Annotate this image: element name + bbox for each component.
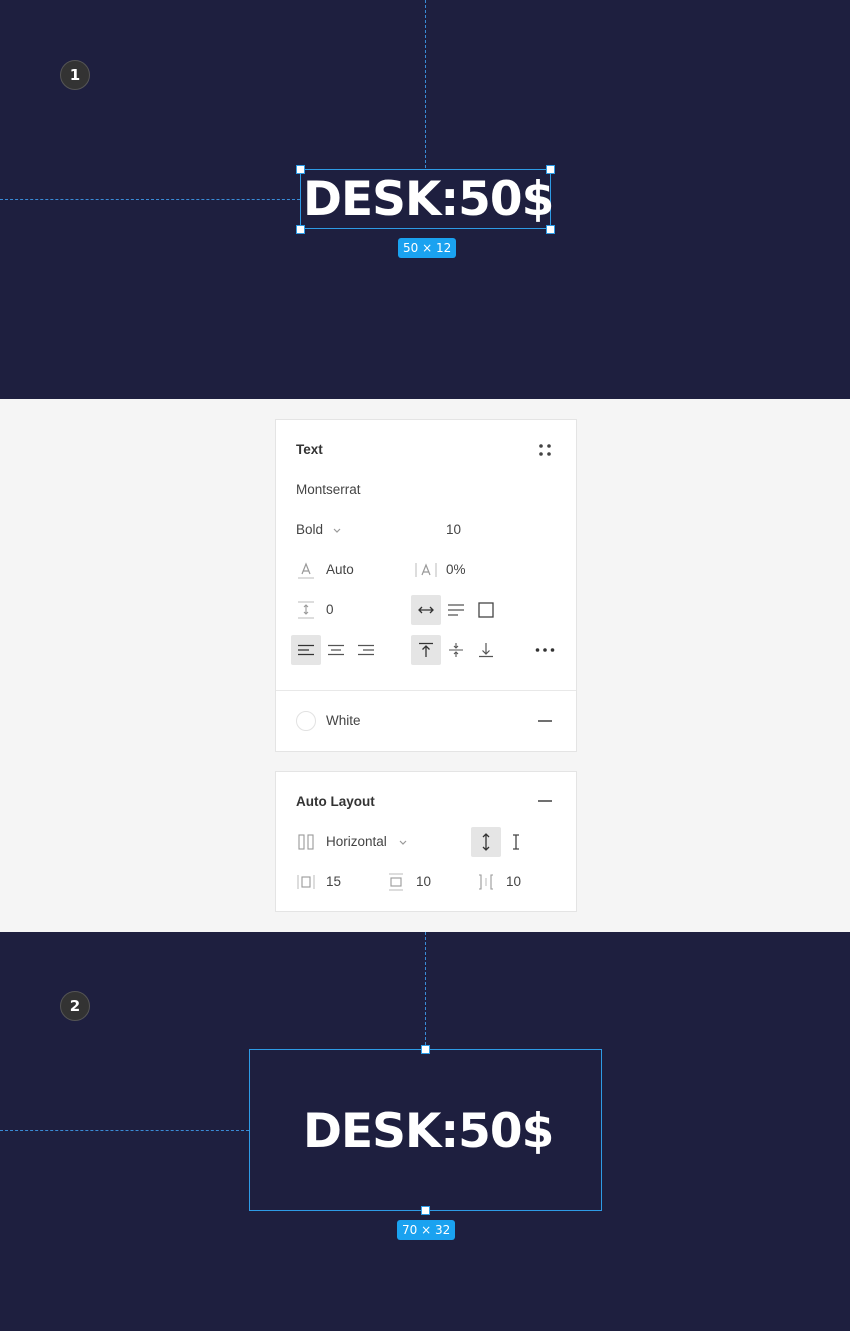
vertical-resize-hug-button[interactable]: [471, 827, 501, 857]
remove-auto-layout-icon[interactable]: [538, 800, 552, 802]
item-spacing-icon: [476, 872, 496, 892]
resize-handle-bottom[interactable]: [421, 1206, 430, 1215]
letter-spacing-icon: [414, 560, 438, 580]
fill-color-swatch[interactable]: [296, 711, 316, 731]
desk-price-text[interactable]: DESK:50$: [303, 1108, 554, 1155]
panel-divider: [276, 690, 576, 691]
resize-handle-top-left[interactable]: [296, 165, 305, 174]
dimension-badge: 50 × 12: [398, 238, 457, 258]
fill-color-name[interactable]: White: [326, 713, 361, 728]
desk-price-text[interactable]: DESK:50$: [303, 176, 554, 223]
panel-title: Auto Layout: [296, 794, 375, 809]
auto-height-button[interactable]: [441, 595, 471, 625]
horizontal-padding-icon: [296, 872, 316, 892]
panel-title: Text: [296, 442, 323, 457]
direction-select[interactable]: Horizontal: [326, 834, 407, 849]
horizontal-padding-input[interactable]: 15: [326, 874, 341, 889]
resize-handle-bottom-left[interactable]: [296, 225, 305, 234]
text-cursor-icon[interactable]: [501, 827, 531, 857]
paragraph-spacing-input[interactable]: 0: [326, 602, 334, 617]
vertical-padding-input[interactable]: 10: [416, 874, 431, 889]
font-family-select[interactable]: Montserrat: [296, 482, 361, 497]
vertical-guide: [425, 932, 426, 1050]
resize-handle-top-right[interactable]: [546, 165, 555, 174]
direction-value: Horizontal: [326, 834, 387, 849]
remove-fill-icon[interactable]: [538, 720, 552, 722]
chevron-down-icon: [332, 523, 342, 538]
item-spacing-input[interactable]: 10: [506, 874, 521, 889]
auto-width-button[interactable]: [411, 595, 441, 625]
line-height-icon: [296, 560, 316, 580]
line-height-input[interactable]: Auto: [326, 562, 354, 577]
horizontal-guide: [0, 199, 300, 200]
more-options-icon[interactable]: [535, 648, 555, 652]
canvas-step-2: 2 DESK:50$ 70 × 32: [0, 932, 850, 1331]
align-right-button[interactable]: [351, 635, 381, 665]
paragraph-spacing-icon: [296, 600, 316, 620]
fixed-size-button[interactable]: [471, 595, 501, 625]
horizontal-guide: [0, 1130, 249, 1131]
letter-spacing-input[interactable]: 0%: [446, 562, 466, 577]
vertical-padding-icon: [386, 872, 406, 892]
font-size-input[interactable]: 10: [446, 522, 461, 537]
align-bottom-button[interactable]: [471, 635, 501, 665]
vertical-guide: [425, 0, 426, 168]
text-styles-grid-icon[interactable]: [538, 443, 552, 457]
canvas-step-1: 1 DESK:50$ 50 × 12: [0, 0, 850, 399]
step-number-badge: 2: [60, 991, 90, 1021]
horizontal-direction-icon: [296, 832, 316, 852]
resize-handle-top[interactable]: [421, 1045, 430, 1054]
align-top-button[interactable]: [411, 635, 441, 665]
align-middle-button[interactable]: [441, 635, 471, 665]
resize-handle-bottom-right[interactable]: [546, 225, 555, 234]
text-properties-panel: Text Montserrat Bold 10 Auto 0% 0 White: [275, 419, 577, 752]
auto-layout-panel: Auto Layout Horizontal 15 10 10: [275, 771, 577, 912]
align-center-button[interactable]: [321, 635, 351, 665]
font-weight-select[interactable]: Bold: [296, 522, 341, 537]
font-weight-value: Bold: [296, 522, 324, 537]
align-left-button[interactable]: [291, 635, 321, 665]
step-number-badge: 1: [60, 60, 90, 90]
dimension-badge: 70 × 32: [397, 1220, 456, 1240]
chevron-down-icon: [398, 835, 408, 850]
